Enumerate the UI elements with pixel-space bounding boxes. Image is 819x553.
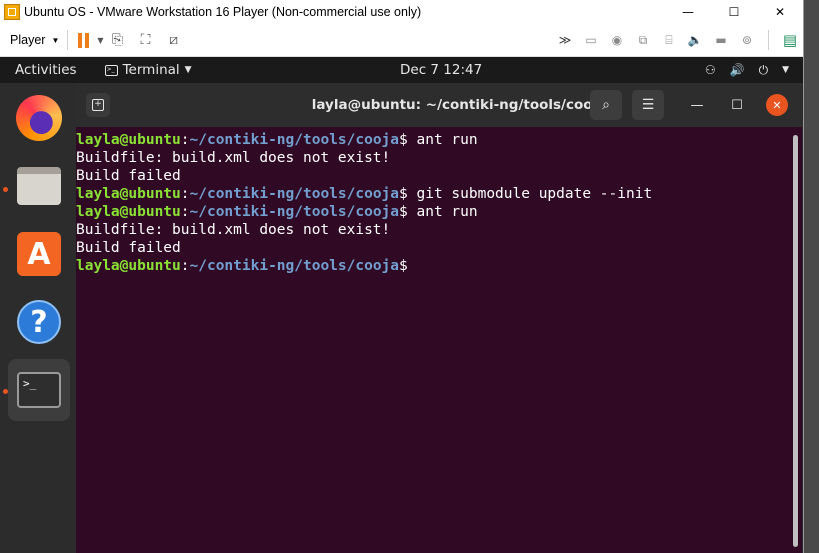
output-text: Buildfile: build.xml does not exist!	[76, 150, 391, 166]
prompt-path: ~/contiki-ng/tools/cooja	[189, 204, 400, 220]
dock-help[interactable]: ?	[8, 291, 70, 353]
terminal-line: layla@ubuntu:~/contiki-ng/tools/cooja$	[76, 257, 790, 275]
output-text: Build failed	[76, 240, 181, 256]
minimize-button[interactable]: —	[665, 0, 711, 24]
terminal-line: layla@ubuntu:~/contiki-ng/tools/cooja$ g…	[76, 185, 790, 203]
player-menu[interactable]: Player ▼	[10, 33, 59, 47]
terminal-output[interactable]: layla@ubuntu:~/contiki-ng/tools/cooja$ a…	[76, 131, 790, 275]
maximize-button[interactable]: ☐	[711, 0, 757, 24]
app-menu[interactable]: >_ Terminal ▼	[104, 62, 192, 78]
menu-button[interactable]: ☰	[632, 90, 664, 120]
hard-disk-icon[interactable]: ▭	[580, 30, 602, 50]
toolbar-divider	[67, 30, 69, 50]
prompt-symbol: $	[399, 132, 408, 148]
more-devices-icon[interactable]: ≫	[554, 30, 576, 50]
fullscreen-icon[interactable]: ⛶	[135, 29, 157, 51]
send-ctrl-alt-del-icon[interactable]: ⎘	[107, 29, 129, 51]
volume-icon: 🔊	[729, 63, 745, 77]
dock-software[interactable]: A	[8, 223, 70, 285]
search-button[interactable]: ⌕	[590, 90, 622, 120]
clock[interactable]: Dec 7 12:47	[400, 57, 482, 83]
terminal-headerbar: layla@ubuntu: ~/contiki-ng/tools/cooja +…	[76, 83, 802, 127]
usb-icon[interactable]: ⌸	[658, 30, 680, 50]
prompt-user: layla@ubuntu	[76, 204, 181, 220]
new-tab-icon: +	[92, 99, 104, 111]
new-tab-button[interactable]: +	[86, 93, 110, 117]
cd-dvd-icon[interactable]: ◉	[606, 30, 628, 50]
hamburger-icon: ☰	[641, 97, 655, 113]
vmware-titlebar: Ubuntu OS - VMware Workstation 16 Player…	[0, 0, 803, 24]
prompt-colon: :	[180, 186, 190, 202]
ubuntu-top-bar: Activities >_ Terminal ▼ Dec 7 12:47 ⚇ 🔊…	[0, 57, 803, 83]
power-icon: ⏻	[758, 62, 769, 77]
prompt-symbol: $	[399, 186, 408, 202]
printer-icon[interactable]: ▬	[710, 30, 732, 50]
command-text: ant run	[407, 204, 478, 220]
firefox-icon	[16, 95, 62, 141]
network-adapter-icon[interactable]: ⧉	[632, 30, 654, 50]
dock-terminal[interactable]: >_	[8, 359, 70, 421]
help-icon: ?	[17, 300, 61, 344]
prompt-colon: :	[180, 204, 190, 220]
app-menu-label: Terminal	[122, 62, 180, 78]
dropdown-arrow-icon: ▼	[184, 65, 192, 75]
system-tray[interactable]: ⚇ 🔊 ⏻ ▼	[705, 57, 789, 83]
maximize-button[interactable]: ☐	[726, 94, 748, 116]
search-icon: ⌕	[602, 97, 610, 113]
pause-icon[interactable]	[78, 32, 90, 48]
dock: A ? >_	[0, 83, 76, 553]
prompt-path: ~/contiki-ng/tools/cooja	[189, 258, 400, 274]
player-menu-label: Player	[10, 33, 46, 47]
prompt-colon: :	[180, 132, 190, 148]
terminal-icon: >_	[104, 64, 118, 76]
prompt-symbol: $	[399, 204, 408, 220]
prompt-user: layla@ubuntu	[76, 132, 181, 148]
terminal-line: Buildfile: build.xml does not exist!	[76, 221, 790, 239]
minimize-button[interactable]: —	[686, 94, 708, 116]
message-log-icon[interactable]: ▤	[779, 30, 801, 50]
terminal-window[interactable]: layla@ubuntu: ~/contiki-ng/tools/cooja +…	[76, 83, 802, 553]
camera-icon[interactable]: ⊚	[736, 30, 758, 50]
terminal-icon: >_	[17, 372, 61, 408]
terminal-line: Build failed	[76, 239, 790, 257]
files-icon	[17, 167, 61, 205]
unity-icon[interactable]: ⧄	[163, 29, 185, 51]
vmware-window: Ubuntu OS - VMware Workstation 16 Player…	[0, 0, 804, 553]
scrollbar[interactable]	[793, 135, 798, 547]
host-desktop	[804, 0, 819, 553]
activities-button[interactable]: Activities	[15, 62, 77, 78]
power-dropdown-icon[interactable]: ▼	[97, 36, 103, 45]
dock-firefox[interactable]	[8, 87, 70, 149]
dock-files[interactable]	[8, 155, 70, 217]
vmware-window-title: Ubuntu OS - VMware Workstation 16 Player…	[24, 5, 422, 19]
terminal-line: Buildfile: build.xml does not exist!	[76, 149, 790, 167]
terminal-line: Build failed	[76, 167, 790, 185]
command-text: ant run	[407, 132, 478, 148]
dropdown-arrow-icon: ▼	[51, 35, 60, 45]
guest-desktop: Activities >_ Terminal ▼ Dec 7 12:47 ⚇ 🔊…	[0, 57, 803, 553]
prompt-colon: :	[180, 258, 190, 274]
terminal-line: layla@ubuntu:~/contiki-ng/tools/cooja$ a…	[76, 131, 790, 149]
terminal-line: layla@ubuntu:~/contiki-ng/tools/cooja$ a…	[76, 203, 790, 221]
network-icon: ⚇	[704, 63, 716, 77]
close-button[interactable]: ✕	[766, 94, 788, 116]
close-button[interactable]: ✕	[757, 0, 803, 24]
dropdown-arrow-icon: ▼	[782, 65, 789, 75]
output-text: Buildfile: build.xml does not exist!	[76, 222, 391, 238]
sound-card-icon[interactable]: 🔈	[684, 30, 706, 50]
prompt-symbol: $	[399, 258, 408, 274]
toolbar-divider	[768, 30, 769, 50]
output-text: Build failed	[76, 168, 181, 184]
vmware-toolbar: Player ▼ ▼ ⎘ ⛶ ⧄ ≫ ▭ ◉ ⧉ ⌸ 🔈 ▬ ⊚ ▤	[0, 24, 803, 57]
prompt-user: layla@ubuntu	[76, 258, 181, 274]
vmware-logo-icon	[4, 4, 20, 20]
prompt-path: ~/contiki-ng/tools/cooja	[189, 132, 400, 148]
prompt-user: layla@ubuntu	[76, 186, 181, 202]
command-text: git submodule update --init	[407, 186, 653, 202]
software-store-icon: A	[17, 232, 61, 276]
prompt-path: ~/contiki-ng/tools/cooja	[189, 186, 400, 202]
